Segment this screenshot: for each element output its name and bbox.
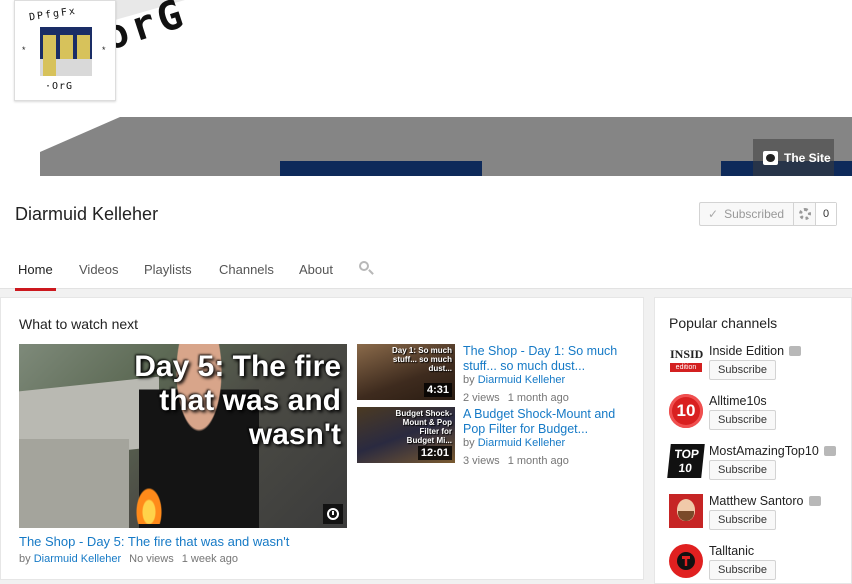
avatar-text-bottom: ·OrG <box>45 81 74 92</box>
video-author-link[interactable]: Diarmuid Kelleher <box>478 437 565 449</box>
upload-age: 1 month ago <box>507 392 569 404</box>
avatar-text: INSIDE <box>670 347 703 361</box>
video-duration: 4:31 <box>423 383 452 397</box>
channel-item: TOP 10 MostAmazingTop10 Subscribe <box>667 444 851 484</box>
channel-avatar[interactable]: INSIDE edition <box>669 344 703 378</box>
tab-home[interactable]: Home <box>15 262 56 291</box>
video-duration: 12:01 <box>417 446 452 460</box>
popular-channels-section: Popular channels INSIDE edition Inside E… <box>654 297 852 584</box>
featured-video-meta: by Diarmuid Kelleher No views 1 week ago <box>19 553 238 565</box>
subscription-controls: ✓ Subscribed 0 <box>699 202 837 226</box>
upload-age: 1 week ago <box>181 553 239 565</box>
channel-avatar[interactable] <box>669 494 703 528</box>
subscribe-button[interactable]: Subscribe <box>709 460 776 480</box>
thumbnail-overlay-text: Budget Shock-Mount & Pop Filter for Budg… <box>395 409 452 445</box>
avatar-text: edition <box>670 363 702 372</box>
channel-avatar[interactable] <box>669 544 703 578</box>
channel-name-link[interactable]: Inside Edition <box>709 344 784 358</box>
avatar-star: * <box>102 45 106 55</box>
avatar-text-top: DPfgFx <box>28 5 78 24</box>
subscribe-button[interactable]: Subscribe <box>709 510 776 530</box>
thumbnail-fire <box>134 484 164 524</box>
video-thumbnail[interactable]: Day 1: So much stuff... so much dust... … <box>357 344 455 400</box>
channel-name-link[interactable]: Matthew Santoro <box>709 494 804 508</box>
channel-item: INSIDE edition Inside Edition Subscribe <box>669 344 851 384</box>
by-label: by <box>19 553 31 565</box>
featured-video-title[interactable]: The Shop - Day 5: The fire that was and … <box>19 534 289 549</box>
avatar-star: * <box>22 45 26 55</box>
upload-age: 1 month ago <box>507 455 569 467</box>
channel-item: Matthew Santoro Subscribe <box>669 494 851 534</box>
channel-name-link[interactable]: MostAmazingTop10 <box>709 444 819 458</box>
gear-icon <box>798 208 811 220</box>
by-label: by <box>463 437 475 449</box>
avatar-logo-mark <box>40 27 92 76</box>
verified-icon <box>808 496 821 506</box>
subscriber-count: 0 <box>816 203 836 225</box>
channel-avatar[interactable]: DPfgFx * * ·OrG <box>14 0 116 101</box>
view-count: No views <box>129 553 174 565</box>
channel-search-icon[interactable] <box>359 261 374 275</box>
channel-banner: orG The Site <box>0 0 852 176</box>
avatar-text: 10 <box>677 461 693 475</box>
video-author-link[interactable]: Diarmuid Kelleher <box>478 374 565 386</box>
subscribed-button[interactable]: ✓ Subscribed <box>700 203 794 225</box>
watch-later-button[interactable] <box>323 504 343 524</box>
video-author-link[interactable]: Diarmuid Kelleher <box>34 553 121 565</box>
clock-icon <box>327 508 339 520</box>
video-title[interactable]: The Shop - Day 1: So much stuff... so mu… <box>463 344 627 374</box>
video-title[interactable]: A Budget Shock-Mount and Pop Filter for … <box>463 407 627 437</box>
video-item: Budget Shock-Mount & Pop Filter for Budg… <box>357 407 627 467</box>
subscription-settings-button[interactable] <box>794 203 816 225</box>
subscribe-button[interactable]: Subscribe <box>709 410 776 430</box>
tab-about[interactable]: About <box>299 262 333 289</box>
channel-item: 10 Alltime10s Subscribe <box>669 394 851 434</box>
subscribed-label: Subscribed <box>724 207 785 221</box>
checkmark-icon: ✓ <box>708 207 719 221</box>
thumbnail-overlay-text: Day 5: The fire that was and wasn't <box>134 350 341 451</box>
channel-title[interactable]: Diarmuid Kelleher <box>15 204 158 225</box>
by-label: by <box>463 374 475 386</box>
site-link-label: The Site <box>784 150 831 165</box>
video-item: Day 1: So much stuff... so much dust... … <box>357 344 627 404</box>
banner-block <box>280 161 482 176</box>
tab-playlists[interactable]: Playlists <box>144 262 192 289</box>
site-favicon-icon <box>763 150 778 165</box>
channel-header: Diarmuid Kelleher ✓ Subscribed 0 Home Vi… <box>0 176 852 291</box>
channel-avatar[interactable]: TOP 10 <box>667 444 705 478</box>
featured-video-thumbnail[interactable]: Day 5: The fire that was and wasn't <box>19 344 347 528</box>
what-to-watch-section: What to watch next Day 5: The fire that … <box>0 297 644 580</box>
the-site-link[interactable]: The Site <box>753 139 834 176</box>
channel-name-link[interactable]: Alltime10s <box>709 394 767 408</box>
channel-avatar[interactable]: 10 <box>669 394 703 428</box>
video-thumbnail[interactable]: Budget Shock-Mount & Pop Filter for Budg… <box>357 407 455 463</box>
avatar-text: 10 <box>676 401 696 420</box>
view-count: 2 views <box>463 392 500 404</box>
channel-name-link[interactable]: Talltanic <box>709 544 754 558</box>
avatar-text: TOP <box>673 447 700 461</box>
thumbnail-overlay-text: Day 1: So much stuff... so much dust... <box>392 346 453 373</box>
subscribe-button[interactable]: Subscribe <box>709 360 776 380</box>
tab-videos[interactable]: Videos <box>79 262 119 289</box>
section-heading: Popular channels <box>669 315 778 331</box>
subscribe-button[interactable]: Subscribe <box>709 560 776 580</box>
view-count: 3 views <box>463 455 500 467</box>
tab-channels[interactable]: Channels <box>219 262 274 289</box>
section-heading: What to watch next <box>19 316 139 332</box>
channel-item: Talltanic Subscribe <box>669 544 851 583</box>
verified-icon <box>789 346 802 356</box>
verified-icon <box>823 446 836 456</box>
